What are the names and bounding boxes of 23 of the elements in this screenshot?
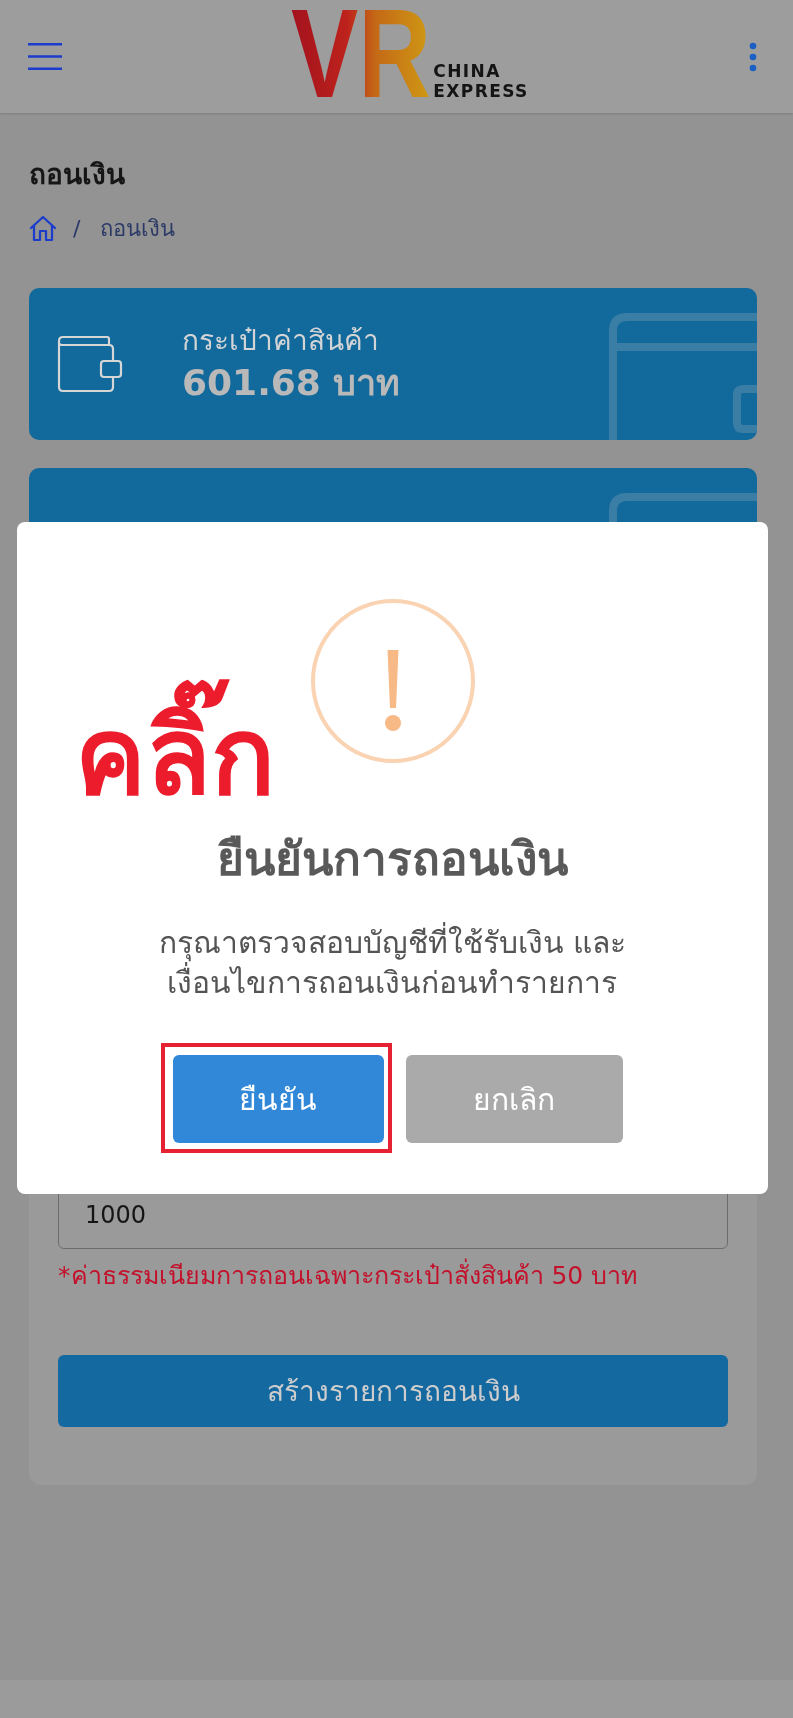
warning-icon xyxy=(310,599,475,763)
wallet-label: กระเป๋าค่าสินค้า xyxy=(182,323,380,359)
wallet-icon xyxy=(609,313,757,440)
annotation-text: คลิ๊ก xyxy=(75,672,275,822)
wallet-icon xyxy=(57,335,123,393)
menu-button[interactable] xyxy=(28,43,62,70)
dialog-title: ยืนยันการถอนเงิน xyxy=(217,831,568,888)
wallet-icon xyxy=(609,493,757,523)
dialog-message: กรุณาตรวจสอบบัญชีที่ใช้รับเงิน และ เงื่อนไขการถอนเงินก่อนทำรายการ xyxy=(158,923,627,1003)
cancel-button[interactable]: ยกเลิก xyxy=(405,1055,623,1143)
menu-icon xyxy=(28,43,62,70)
confirm-button[interactable]: ยืนยัน xyxy=(172,1055,384,1143)
create-withdrawal-button[interactable]: สร้างรายการถอนเงิน xyxy=(58,1355,728,1427)
wallet-balance: 601.68 บาท xyxy=(182,361,401,405)
fee-note: *ค่าธรรมเนียมการถอนเฉพาะกระเป๋าสั่งสินค้า 50 บาท xyxy=(58,1259,728,1293)
logo-text: CHINA EXPRESS xyxy=(433,61,529,101)
more-icon xyxy=(749,41,757,72)
home-link[interactable] xyxy=(29,214,57,242)
home-icon xyxy=(29,214,57,242)
page-title: ถอนเงิน xyxy=(29,157,125,193)
breadcrumb-separator: / xyxy=(73,215,81,241)
breadcrumb-current: ถอนเงิน xyxy=(100,214,176,243)
more-button[interactable] xyxy=(749,41,757,72)
